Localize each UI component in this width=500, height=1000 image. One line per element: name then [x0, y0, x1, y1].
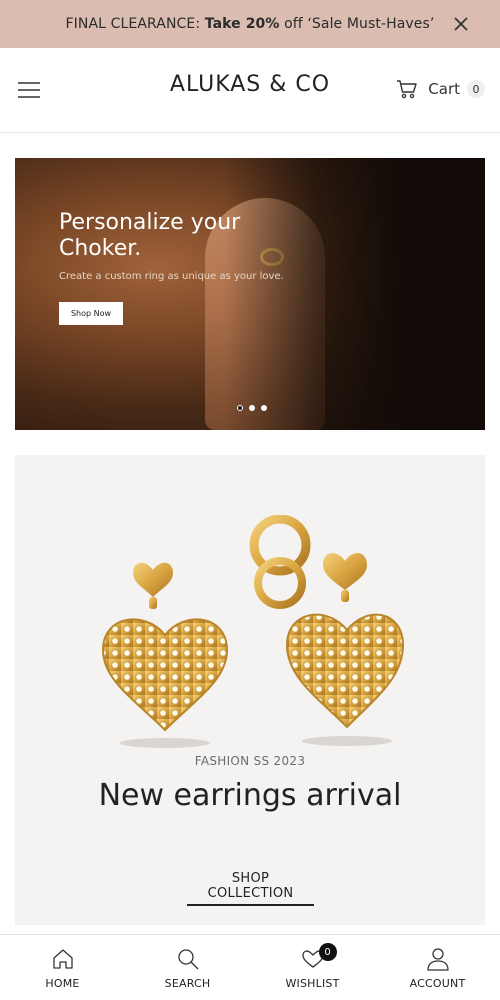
slider-dot-2[interactable]	[249, 405, 255, 411]
cart-icon	[397, 80, 417, 99]
nav-home-label: HOME	[45, 977, 80, 990]
shop-now-button[interactable]: Shop Now	[59, 302, 123, 325]
nav-home[interactable]: HOME	[0, 935, 125, 1000]
cart-button[interactable]: Cart 0	[396, 78, 485, 100]
slider-dot-3[interactable]	[261, 405, 267, 411]
bottom-navigation: HOME SEARCH 0 WISHLIST ACCOUNT	[0, 934, 500, 1000]
collection-banner: FASHION SS 2023 New earrings arrival SHO…	[15, 455, 485, 925]
hero-slider[interactable]: Personalize your Choker. Create a custom…	[15, 158, 485, 430]
announcement-prefix: FINAL CLEARANCE:	[65, 16, 205, 32]
announcement-text: FINAL CLEARANCE: Take 20% off ‘Sale Must…	[66, 16, 435, 32]
announcement-suffix: off ‘Sale Must-Haves’	[279, 16, 435, 32]
home-icon	[52, 949, 73, 969]
hero-image-shadow	[225, 158, 485, 430]
collection-title: New earrings arrival	[98, 778, 402, 813]
nav-account[interactable]: ACCOUNT	[375, 935, 500, 1000]
announcement-highlight: Take 20%	[204, 16, 280, 32]
hero-subtitle: Create a custom ring as unique as your l…	[59, 271, 284, 282]
cart-count-badge: 0	[467, 80, 485, 98]
collection-kicker: FASHION SS 2023	[194, 754, 306, 768]
nav-account-label: ACCOUNT	[409, 977, 466, 990]
nav-wishlist-label: WISHLIST	[285, 977, 340, 990]
cart-label: Cart	[428, 80, 460, 98]
wishlist-count-badge: 0	[318, 943, 337, 961]
announcement-bar: FINAL CLEARANCE: Take 20% off ‘Sale Must…	[0, 0, 500, 48]
nav-wishlist[interactable]: 0 WISHLIST	[250, 935, 375, 1000]
close-icon[interactable]	[452, 15, 470, 33]
slider-dot-1[interactable]	[237, 405, 243, 411]
nav-search-label: SEARCH	[164, 977, 211, 990]
slider-pagination	[234, 405, 270, 411]
shop-collection-link[interactable]: SHOP COLLECTION	[187, 871, 314, 906]
nav-search[interactable]: SEARCH	[125, 935, 250, 1000]
user-icon	[426, 948, 449, 971]
hero-title: Personalize your Choker.	[59, 210, 241, 261]
search-icon	[177, 949, 198, 970]
site-header: ALUKAS & CO Cart 0	[0, 48, 500, 133]
